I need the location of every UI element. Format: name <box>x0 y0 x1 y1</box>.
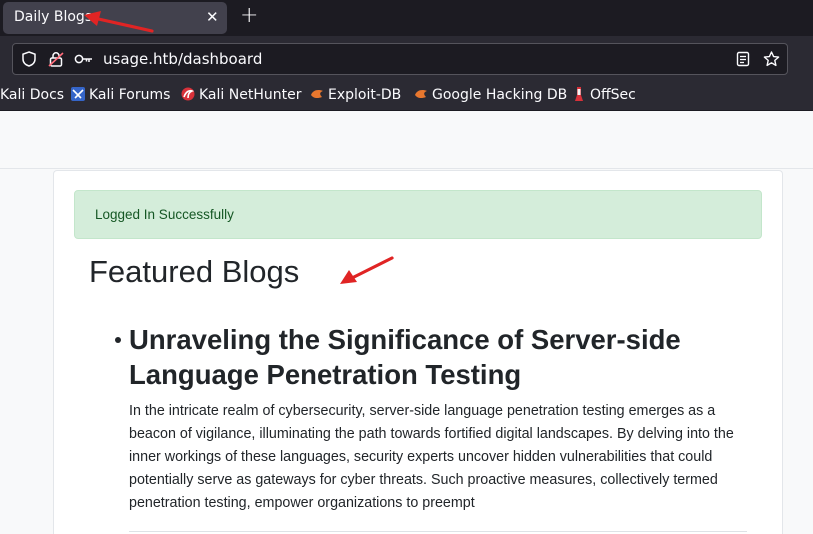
bookmark-kali-nethunter[interactable]: Kali NetHunter <box>181 87 301 103</box>
reader-view-icon[interactable] <box>736 51 750 67</box>
navigation-toolbar: usage.htb/dashboard <box>0 36 813 81</box>
bookmark-kali-docs[interactable]: Kali Docs <box>0 87 64 103</box>
url-bar[interactable]: usage.htb/dashboard <box>12 43 788 75</box>
bookmarks-toolbar: Kali Docs Kali Forums Kali NetHunter Exp… <box>0 81 813 111</box>
success-alert: Logged In Successfully <box>74 190 762 239</box>
bookmark-label: Exploit-DB <box>328 87 402 103</box>
new-tab-button[interactable]: + <box>240 4 258 28</box>
bookmark-label: Kali Docs <box>0 87 65 103</box>
google-hacking-db-icon <box>415 90 427 99</box>
exploit-db-icon <box>311 90 323 99</box>
bookmark-offsec[interactable]: OffSec <box>572 87 636 103</box>
bookmark-exploit-db[interactable]: Exploit-DB <box>310 87 401 103</box>
bookmark-kali-forums[interactable]: Kali Forums <box>71 87 170 103</box>
bookmark-google-hacking-db[interactable]: Google Hacking DB <box>414 87 567 103</box>
url-text[interactable]: usage.htb/dashboard <box>103 50 262 68</box>
post-divider <box>129 531 747 532</box>
key-icon[interactable] <box>74 52 94 66</box>
site-header <box>0 111 813 169</box>
kali-nethunter-icon <box>181 87 195 101</box>
insecure-lock-icon[interactable] <box>48 51 64 67</box>
bookmark-star-icon[interactable] <box>763 51 780 67</box>
bookmark-label: Google Hacking DB <box>432 87 568 103</box>
shield-icon[interactable] <box>22 51 36 67</box>
list-bullet <box>115 337 121 343</box>
bookmark-label: Kali Forums <box>89 87 171 103</box>
blog-post-title[interactable]: Unraveling the Significance of Server-si… <box>129 322 729 392</box>
alert-message: Logged In Successfully <box>95 207 234 222</box>
blog-post-excerpt: In the intricate realm of cybersecurity,… <box>129 403 734 511</box>
close-tab-icon[interactable]: ✕ <box>206 8 219 26</box>
offsec-icon <box>575 87 583 101</box>
page-title: Featured Blogs <box>89 254 300 289</box>
kali-forums-icon <box>71 87 85 101</box>
bookmark-label: OffSec <box>590 87 636 103</box>
annotation-arrow-icon <box>340 256 394 284</box>
annotation-arrow-icon <box>84 11 154 33</box>
bookmark-label: Kali NetHunter <box>199 87 302 103</box>
